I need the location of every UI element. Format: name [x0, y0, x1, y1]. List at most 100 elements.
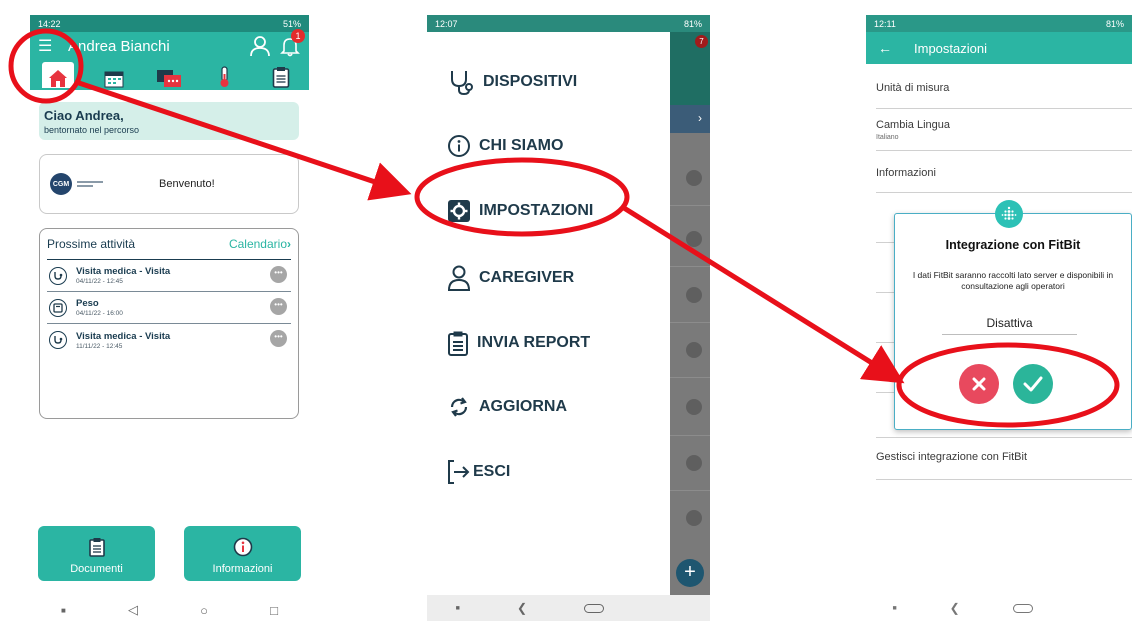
tab-messages[interactable] — [153, 62, 185, 88]
activity-title: Visita medica - Visita — [76, 330, 171, 342]
welcome-text: Benvenuto! — [159, 178, 215, 190]
logout-icon — [448, 460, 470, 484]
divider — [670, 377, 710, 378]
welcome-card: CGM Benvenuto! — [39, 154, 299, 214]
check-icon — [1023, 376, 1043, 392]
menu-item-caregiver[interactable]: CAREGIVER — [447, 265, 574, 291]
user-name: Andrea Bianchi — [68, 37, 170, 55]
more-options-icon[interactable]: ••• — [270, 266, 287, 283]
activity-title: Visita medica - Visita — [76, 266, 171, 277]
profile-icon[interactable] — [249, 35, 271, 57]
integration-status-select[interactable]: Disattiva — [942, 316, 1077, 335]
status-time: 12:07 — [435, 18, 458, 29]
tab-calendar[interactable] — [98, 62, 130, 88]
back-icon[interactable]: ❮ — [950, 601, 960, 615]
dimmed-background-app: 7 › + — [670, 32, 710, 595]
home-pill-icon[interactable] — [584, 603, 605, 613]
messages-icon — [157, 70, 182, 87]
setting-label: Informazioni — [876, 167, 936, 179]
documents-label: Documenti — [70, 563, 123, 575]
back-icon[interactable]: ❮ — [517, 601, 527, 615]
close-icon — [972, 377, 986, 391]
stethoscope-icon — [451, 71, 473, 96]
back-icon[interactable]: ◁ — [128, 602, 138, 618]
greeting-title: Ciao Andrea, — [44, 108, 124, 123]
info-icon — [233, 537, 252, 557]
menu-icon[interactable]: ☰ — [38, 36, 62, 56]
divider — [670, 435, 710, 436]
divider — [670, 205, 710, 206]
notifications-bell-icon[interactable]: 1 — [279, 29, 305, 57]
calendar-icon — [104, 71, 124, 88]
recents-dot-icon[interactable]: ■ — [61, 606, 66, 615]
menu-label: INVIA REPORT — [477, 334, 591, 351]
menu-label: AGGIORNA — [479, 398, 567, 415]
dialog-title: Integrazione con FitBit — [945, 238, 1081, 252]
dimmed-dot-icon — [686, 342, 702, 358]
system-nav-bar: ■ ❮ — [427, 595, 710, 621]
clipboard-icon — [88, 538, 105, 557]
cancel-button[interactable] — [959, 364, 999, 404]
settings-gear-icon — [448, 200, 470, 222]
home-pill-icon[interactable] — [1012, 603, 1033, 613]
clipboard-icon — [448, 331, 468, 356]
system-nav-bar: ■ ◁ ○ □ — [30, 600, 309, 620]
activity-date: 11/11/22 - 12:45 — [76, 342, 123, 350]
tab-reports[interactable] — [265, 62, 297, 88]
dimmed-header: 7 — [670, 32, 710, 105]
back-arrow-icon[interactable]: ← — [878, 40, 892, 56]
status-bar: 12:11 81% — [866, 15, 1132, 32]
dimmed-dot-icon — [686, 287, 702, 303]
documents-button[interactable]: Documenti — [38, 526, 155, 581]
tab-home[interactable] — [41, 62, 74, 88]
menu-item-chi-siamo[interactable]: CHI SIAMO — [447, 134, 563, 158]
menu-item-esci[interactable]: ESCI — [447, 459, 510, 485]
dimmed-dot-icon — [686, 170, 702, 186]
status-time: 14:22 — [38, 18, 61, 29]
menu-item-aggiorna[interactable]: AGGIORNA — [447, 395, 567, 419]
recents-dot-icon[interactable]: ■ — [892, 605, 896, 612]
calendar-link[interactable]: Calendario› — [229, 237, 291, 251]
menu-item-impostazioni[interactable]: IMPOSTAZIONI — [447, 199, 593, 223]
confirm-button[interactable] — [1013, 364, 1053, 404]
home-circle-icon[interactable]: ○ — [200, 603, 208, 618]
tab-measurements[interactable] — [209, 62, 241, 88]
app-bar: ← Impostazioni — [866, 32, 1132, 64]
recents-dot-icon[interactable]: ■ — [456, 605, 460, 612]
status-bar: 14:22 51% — [30, 15, 309, 32]
menu-label: ESCI — [473, 463, 511, 480]
setting-units[interactable]: Unità di misura — [876, 64, 1132, 109]
notification-badge: 1 — [291, 29, 305, 43]
setting-info[interactable]: Informazioni — [876, 151, 1132, 193]
clipboard-icon — [272, 67, 290, 88]
status-bar: 12:07 81% — [427, 15, 710, 32]
more-options-icon[interactable]: ••• — [270, 330, 287, 347]
dimmed-dot-icon — [686, 510, 702, 526]
menu-item-invia-report[interactable]: INVIA REPORT — [447, 330, 590, 356]
activity-date: 04/11/22 - 12:45 — [76, 278, 123, 285]
activity-title: Peso — [76, 298, 99, 309]
activity-row[interactable]: Visita medica - Visita 04/11/22 - 12:45 •… — [47, 260, 291, 292]
menu-item-dispositivi[interactable]: DISPOSITIVI — [447, 68, 577, 96]
bottom-actions: Documenti Informazioni — [38, 526, 301, 581]
fitbit-logo-icon — [995, 200, 1023, 228]
activities-title: Prossime attività — [47, 237, 136, 251]
setting-fitbit[interactable]: Gestisci integrazione con FitBit — [876, 438, 1132, 480]
activity-row[interactable]: Visita medica - Visita 11/11/22 - 12:45 •… — [47, 324, 291, 356]
logo-wordmark — [77, 179, 103, 189]
setting-label: Gestisci integrazione con FitBit — [876, 451, 1028, 463]
fitbit-dialog: Integrazione con FitBit I dati FitBit sa… — [894, 200, 1132, 430]
settings-screen: 12:11 81% ← Impostazioni Unità di misura… — [866, 15, 1132, 621]
setting-language[interactable]: Cambia Lingua Italiano — [876, 109, 1132, 151]
dimmed-dot-icon — [686, 455, 702, 471]
activity-row[interactable]: Peso 04/11/22 - 16:00 ••• — [47, 292, 291, 324]
page-title: Impostazioni — [914, 40, 987, 56]
stethoscope-icon — [49, 266, 67, 285]
setting-label: Unità di misura — [876, 82, 950, 94]
tab-bar — [30, 60, 309, 90]
info-label: Informazioni — [212, 563, 273, 575]
status-battery: 81% — [683, 18, 702, 29]
overview-square-icon[interactable]: □ — [270, 603, 278, 618]
more-options-icon[interactable]: ••• — [270, 298, 287, 315]
info-button[interactable]: Informazioni — [184, 526, 301, 581]
